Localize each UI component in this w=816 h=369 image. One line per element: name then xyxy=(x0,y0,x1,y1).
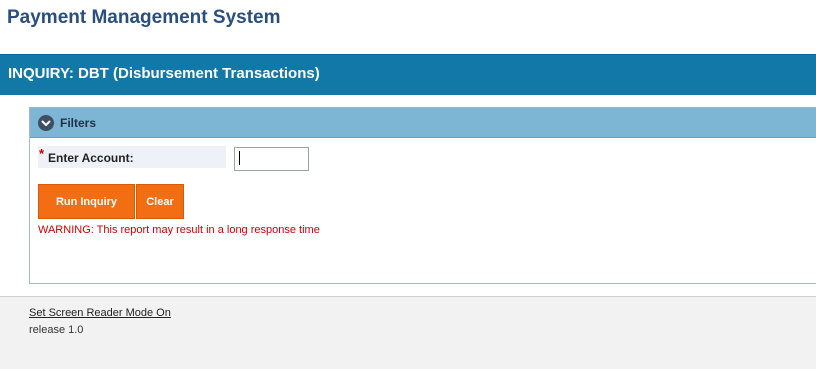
run-inquiry-button[interactable]: Run Inquiry xyxy=(38,184,135,219)
app-title: Payment Management System xyxy=(7,7,281,28)
text-caret xyxy=(239,151,240,165)
filters-header[interactable]: Filters xyxy=(30,108,816,138)
filters-title: Filters xyxy=(60,116,97,130)
page-banner: INQUIRY: DBT (Disbursement Transactions) xyxy=(0,54,816,95)
warning-message: WARNING: This report may result in a lon… xyxy=(38,224,320,236)
screen-reader-mode-link[interactable]: Set Screen Reader Mode On xyxy=(29,307,171,319)
chevron-down-icon[interactable] xyxy=(38,115,54,131)
release-version: release 1.0 xyxy=(29,324,84,336)
clear-button[interactable]: Clear xyxy=(136,184,184,219)
account-label-cell: * Enter Account: xyxy=(38,146,226,168)
account-input[interactable] xyxy=(234,147,309,171)
account-label: Enter Account: xyxy=(48,151,134,165)
required-marker: * xyxy=(39,146,45,161)
page-heading: INQUIRY: DBT (Disbursement Transactions) xyxy=(8,65,320,82)
footer: Set Screen Reader Mode On release 1.0 xyxy=(0,296,816,369)
filters-panel: Filters * Enter Account: Run Inquiry Cle… xyxy=(29,107,816,284)
app-header: Payment Management System xyxy=(0,0,816,54)
